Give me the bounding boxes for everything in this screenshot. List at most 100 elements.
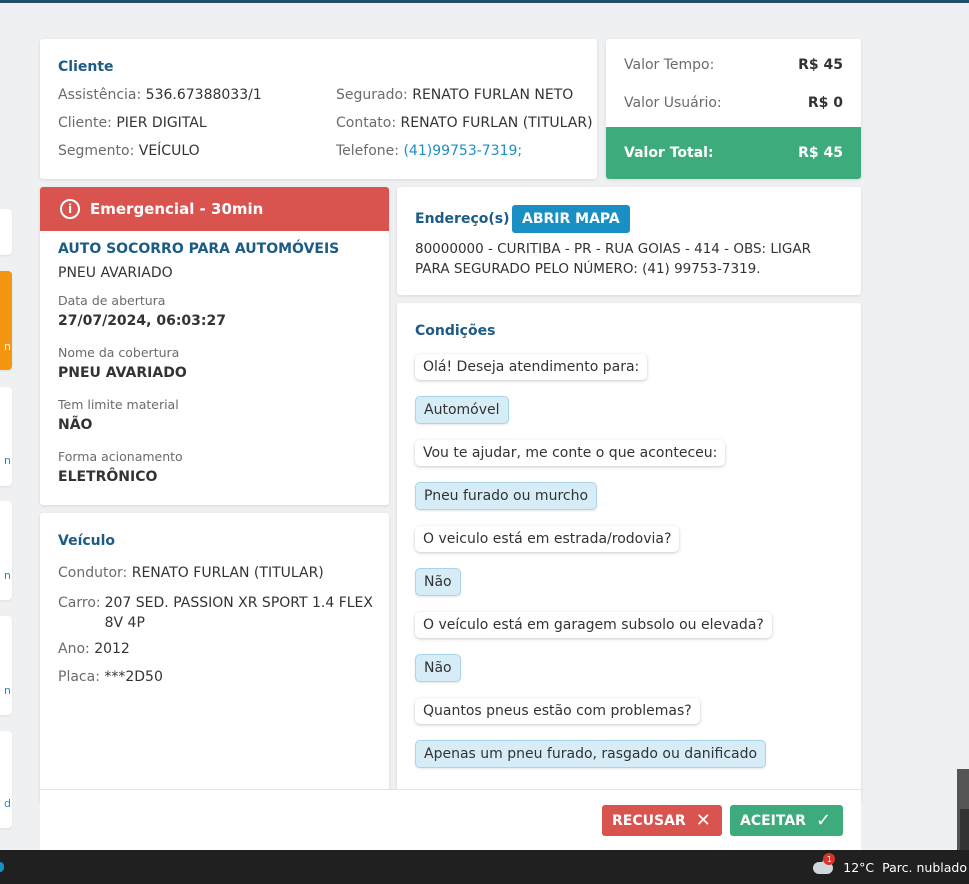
contato-row: Contato: RENATO FURLAN (TITULAR) — [336, 115, 593, 131]
carro-label: Carro: — [58, 595, 101, 611]
carro-row: Carro: 207 SED. PASSION XR SPORT 1.4 FLE… — [58, 593, 376, 633]
left-card-fragment: n — [4, 684, 11, 697]
cliente-label: Cliente: — [58, 115, 112, 131]
address-text: 80000000 - CURITIBA - PR - RUA GOIAS - 4… — [415, 241, 811, 277]
left-card-fragment: d — [4, 797, 11, 810]
valor-total-label: Valor Total: — [624, 145, 714, 161]
segmento-row: Segmento: VEÍCULO — [58, 143, 200, 159]
left-list-card[interactable]: n — [0, 501, 12, 600]
reject-button[interactable]: RECUSAR ✕ — [602, 805, 722, 836]
valor-tempo-value: R$ 45 — [798, 57, 843, 73]
servico-panel: i Emergencial - 30min AUTO SOCORRO PARA … — [40, 187, 389, 505]
condutor-label: Condutor: — [58, 565, 128, 581]
segurado-row: Segurado: RENATO FURLAN NETO — [336, 87, 573, 103]
ano-label: Ano: — [58, 641, 90, 657]
endereco-panel: Endereço(s) ABRIR MAPA 80000000 - CURITI… — [397, 187, 861, 295]
valor-total-row: Valor Total: R$ 45 — [624, 145, 843, 161]
chat-question: Olá! Deseja atendimento para: — [415, 354, 648, 380]
assistencia-value: 536.67388033/1 — [145, 87, 262, 103]
condutor-row: Condutor: RENATO FURLAN (TITULAR) — [58, 565, 324, 581]
valor-total-value: R$ 45 — [798, 145, 843, 161]
valor-tempo-label: Valor Tempo: — [624, 57, 715, 73]
limite-material-label: Tem limite material — [58, 397, 179, 412]
reject-label: RECUSAR — [612, 812, 686, 829]
top-accent-line — [0, 0, 969, 3]
chat-question: O veiculo está em estrada/rodovia? — [415, 526, 680, 552]
condutor-value: RENATO FURLAN (TITULAR) — [131, 565, 324, 581]
cliente-value: PIER DIGITAL — [116, 115, 207, 131]
data-abertura-label: Data de abertura — [58, 293, 166, 308]
check-icon: ✓ — [815, 810, 832, 831]
left-list-card[interactable]: n — [0, 616, 12, 715]
left-card-fragment: n — [4, 569, 11, 582]
data-abertura-value: 27/07/2024, 06:03:27 — [58, 313, 226, 329]
condicoes-title: Condições — [415, 323, 496, 339]
chat-answer: Automóvel — [415, 396, 509, 424]
valor-usuario-value: R$ 0 — [807, 95, 843, 111]
left-list-card[interactable] — [0, 209, 12, 255]
accept-button[interactable]: ACEITAR ✓ — [730, 805, 843, 836]
left-list-card[interactable]: n — [0, 387, 12, 486]
ano-value: 2012 — [94, 641, 130, 657]
forma-acionamento-value: ELETRÔNICO — [58, 469, 158, 485]
weather-badge: 1 — [823, 853, 836, 865]
placa-value: ***2D50 — [104, 669, 163, 685]
close-icon: ✕ — [695, 810, 711, 831]
info-alert-icon: i — [60, 199, 80, 219]
chat-answer: Pneu furado ou murcho — [415, 482, 598, 510]
weather-temperature: 12°C — [843, 859, 875, 875]
valor-usuario-row: Valor Usuário: R$ 0 — [624, 95, 843, 111]
telefone-row: Telefone: (41)99753-7319; — [336, 143, 522, 159]
chat-answer: Não — [415, 568, 461, 596]
taskbar: 1 12°C Parc. nublado — [0, 850, 969, 884]
weather-widget[interactable]: 1 12°C Parc. nublado — [811, 850, 967, 884]
contato-label: Contato: — [336, 115, 397, 131]
valor-tempo-row: Valor Tempo: R$ 45 — [624, 57, 843, 73]
veiculo-title: Veículo — [58, 533, 116, 549]
assistencia-row: Assistência: 536.67388033/1 — [58, 87, 262, 103]
weather-description: Parc. nublado — [882, 859, 967, 875]
condicoes-panel[interactable]: Condições Olá! Deseja atendimento para: … — [397, 303, 861, 803]
valores-panel: Valor Tempo: R$ 45 Valor Usuário: R$ 0 V… — [606, 39, 861, 179]
service-subtitle: PNEU AVARIADO — [58, 265, 173, 281]
left-list-card[interactable]: d — [0, 731, 12, 828]
veiculo-panel: Veículo Condutor: RENATO FURLAN (TITULAR… — [40, 513, 389, 803]
left-card-fragment: n — [4, 454, 11, 467]
valor-usuario-label: Valor Usuário: — [624, 95, 722, 111]
telefone-link[interactable]: (41)99753-7319; — [403, 143, 522, 159]
nome-cobertura-value: PNEU AVARIADO — [58, 365, 187, 381]
right-edge-inner — [960, 809, 969, 850]
limite-material-value: NÃO — [58, 417, 93, 433]
nome-cobertura-label: Nome da cobertura — [58, 345, 180, 360]
segurado-value: RENATO FURLAN NETO — [412, 87, 574, 103]
priority-label: Emergencial - 30min — [90, 200, 264, 218]
chat-answer: Apenas um pneu furado, rasgado ou danifi… — [415, 740, 767, 768]
chat-question: O veículo está em garagem subsolo ou ele… — [415, 612, 772, 638]
segmento-label: Segmento: — [58, 143, 135, 159]
left-card-fragment: n — [4, 340, 11, 353]
right-edge-window-fragment — [957, 769, 969, 850]
chat-answer: Não — [415, 654, 461, 682]
service-title: AUTO SOCORRO PARA AUTOMÓVEIS — [58, 241, 340, 257]
priority-banner: i Emergencial - 30min — [40, 187, 389, 231]
ano-row: Ano: 2012 — [58, 641, 130, 657]
assistencia-label: Assistência: — [58, 87, 142, 103]
chat-question: Vou te ajudar, me conte o que aconteceu: — [415, 440, 726, 466]
chat-question: Quantos pneus estão com problemas? — [415, 698, 700, 724]
open-map-button[interactable]: ABRIR MAPA — [512, 205, 630, 233]
partly-cloudy-icon: 1 — [811, 853, 836, 878]
taskbar-app-indicator[interactable] — [0, 862, 4, 872]
contato-value: RENATO FURLAN (TITULAR) — [400, 115, 593, 131]
segurado-label: Segurado: — [336, 87, 408, 103]
accept-label: ACEITAR — [740, 812, 806, 829]
valor-total-bar: Valor Total: R$ 45 — [606, 127, 861, 179]
placa-row: Placa: ***2D50 — [58, 669, 163, 685]
placa-label: Placa: — [58, 669, 100, 685]
cliente-title: Cliente — [58, 59, 114, 75]
actions-footer: RECUSAR ✕ ACEITAR ✓ — [40, 789, 861, 850]
telefone-label: Telefone: — [336, 143, 399, 159]
carro-value: 207 SED. PASSION XR SPORT 1.4 FLEX 8V 4P — [104, 595, 373, 631]
cliente-row: Cliente: PIER DIGITAL — [58, 115, 207, 131]
segmento-value: VEÍCULO — [138, 143, 200, 159]
left-list-card-active[interactable]: n — [0, 271, 12, 370]
